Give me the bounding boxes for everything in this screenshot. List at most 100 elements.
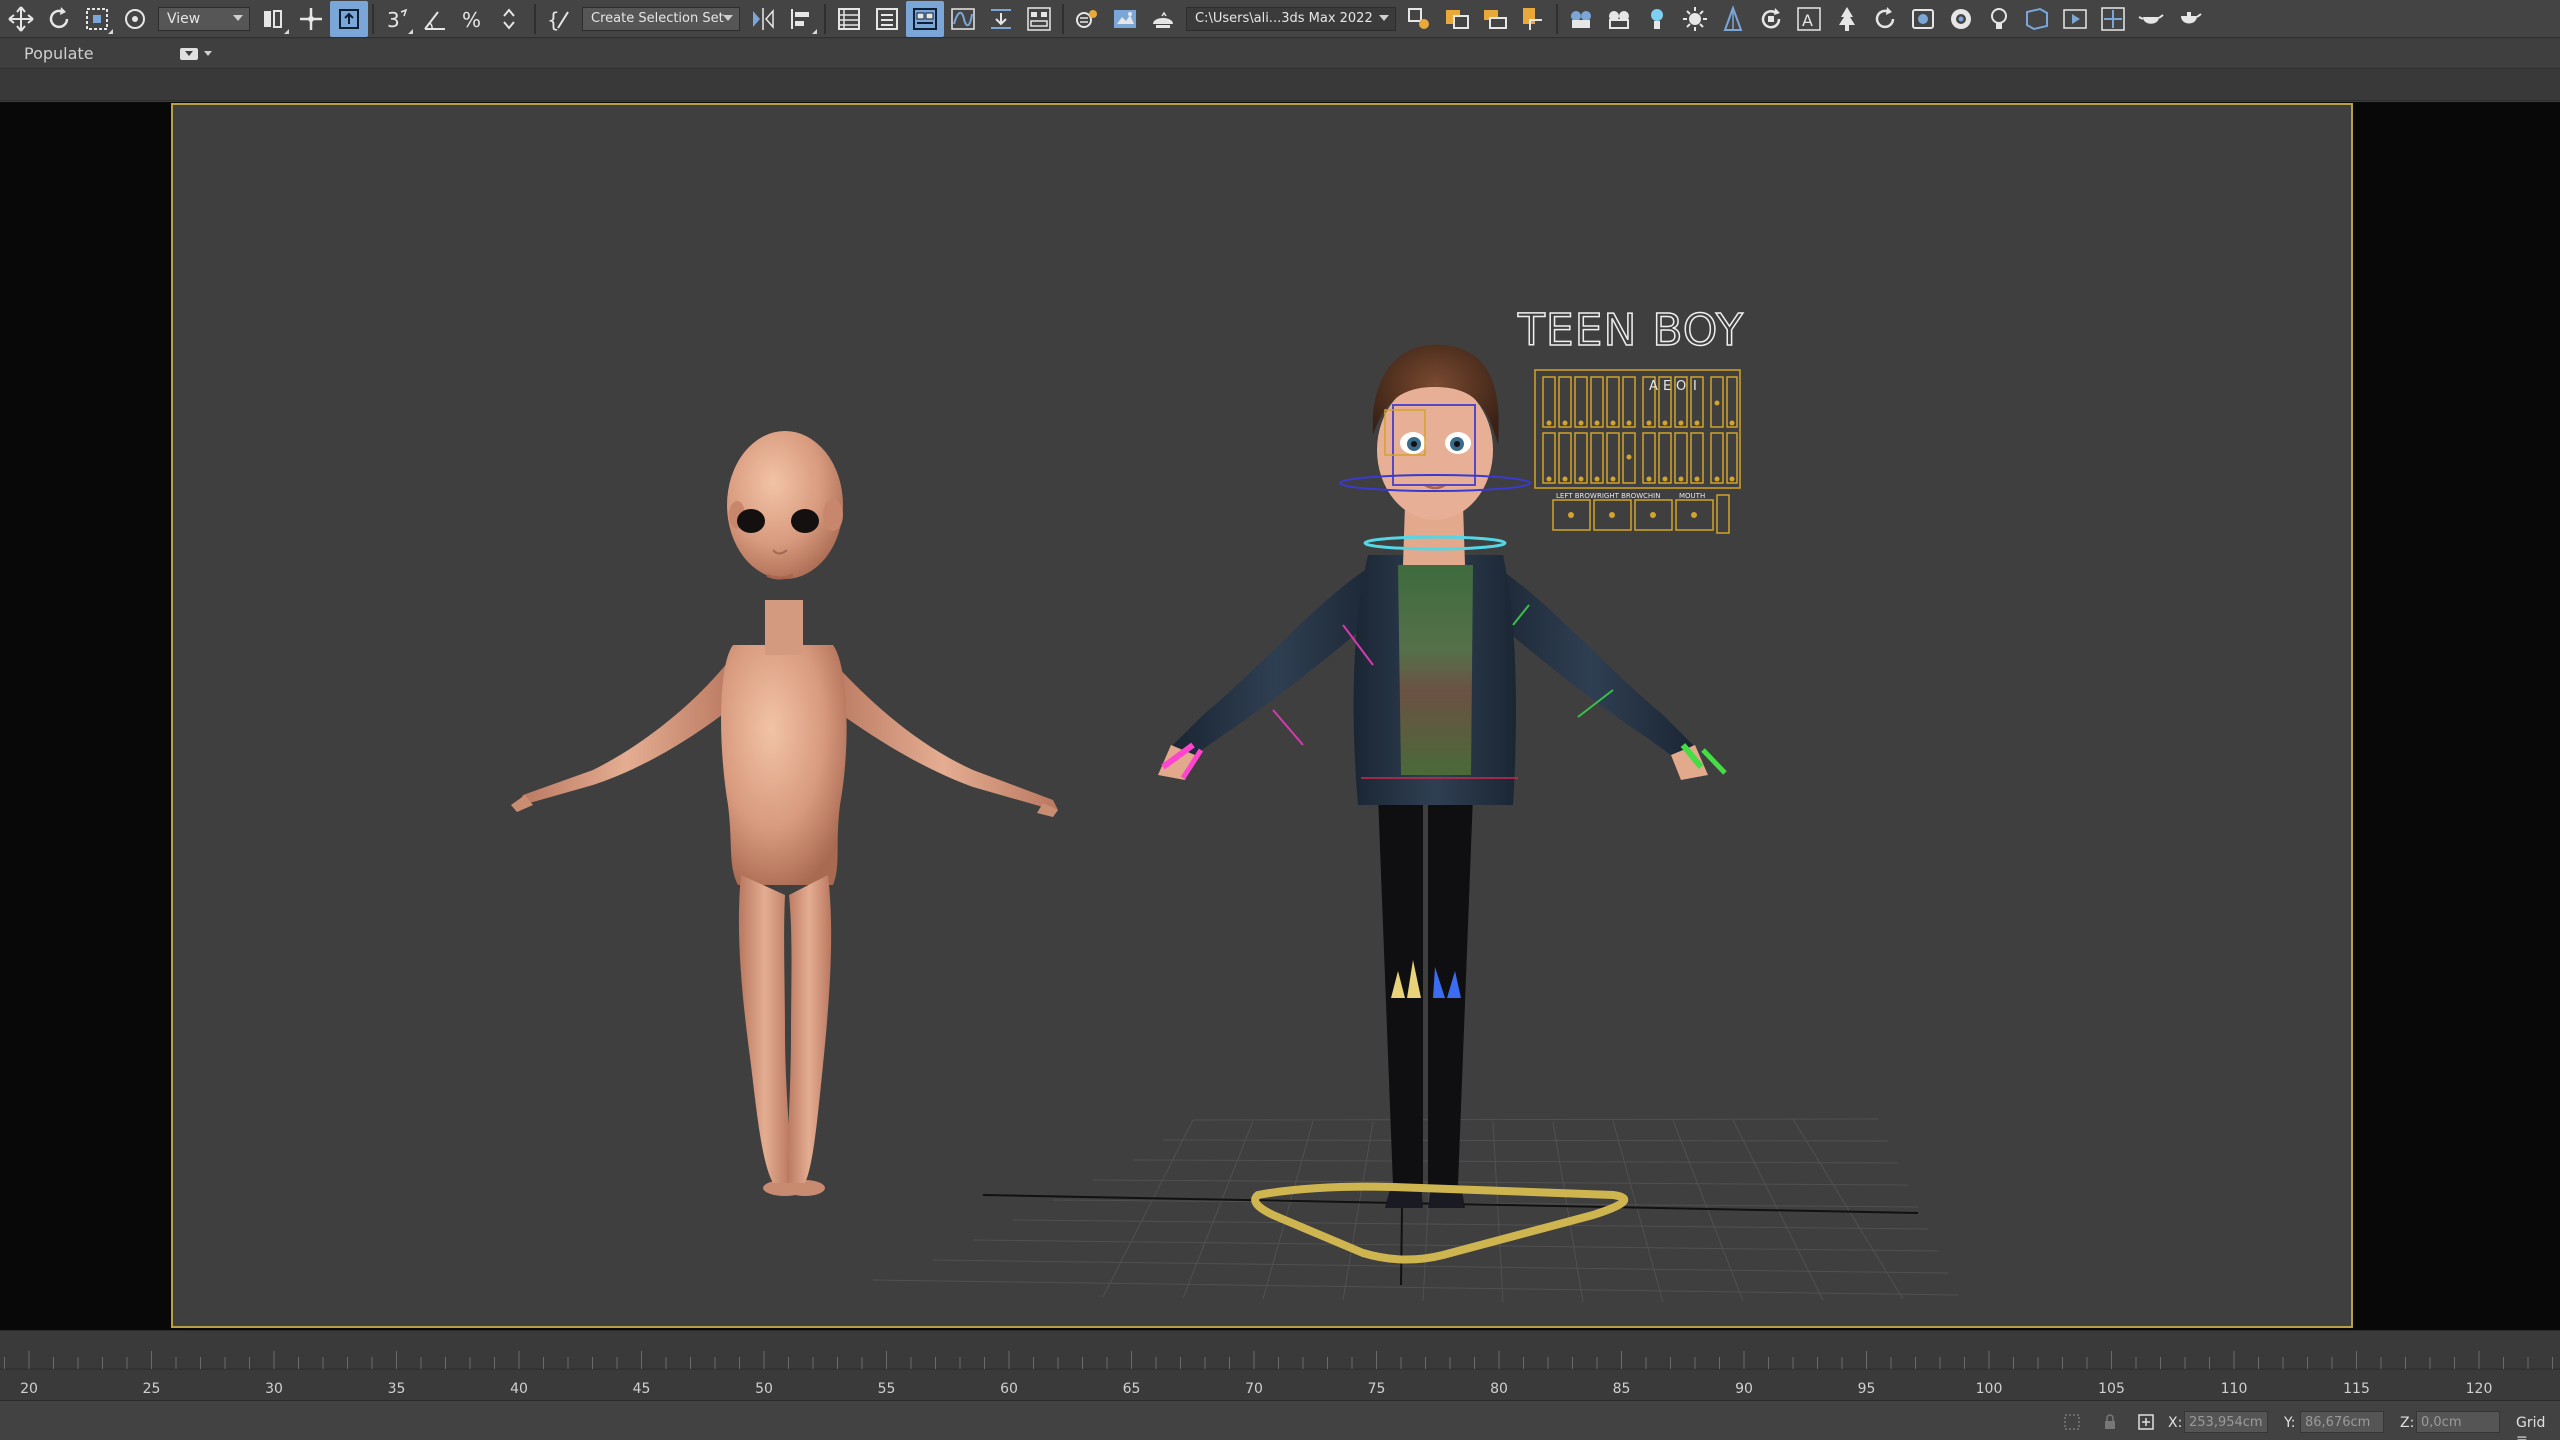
rig-label-mouth: MOUTH <box>1679 492 1705 500</box>
svg-text:3: 3 <box>387 8 400 32</box>
text-icon[interactable]: A <box>1790 1 1828 37</box>
toolbar-separator <box>372 3 374 34</box>
rig-label-a: A <box>1649 379 1658 394</box>
timeline-tick-label: 30 <box>265 1381 283 1397</box>
snap-3d-icon[interactable]: 3 <box>378 1 416 37</box>
toolbar-separator <box>1062 3 1064 34</box>
angle-snap-icon[interactable] <box>416 1 454 37</box>
timeline-tick-label: 25 <box>143 1381 161 1397</box>
curve-editor-icon[interactable] <box>944 1 982 37</box>
mirror-icon[interactable] <box>744 1 782 37</box>
chevron-down-icon <box>203 51 212 56</box>
timeline-tick-label: 55 <box>878 1381 896 1397</box>
create-system-icon[interactable] <box>1600 1 1638 37</box>
ribbon-toggle-icon <box>179 47 198 60</box>
ribbon-panel-strip <box>0 69 2560 101</box>
selection-lock-icon[interactable] <box>2062 1412 2082 1432</box>
bulb-icon[interactable] <box>1980 1 2018 37</box>
project-folder-path: C:\Users\ali...3ds Max 2022 <box>1195 11 1373 26</box>
move-gizmo-icon[interactable] <box>292 1 330 37</box>
rig-label-i: I <box>1693 379 1697 394</box>
rig-label-left-brow: LEFT BROW <box>1556 492 1597 500</box>
create-shape-icon[interactable] <box>1638 1 1676 37</box>
timeline-tick-label: 75 <box>1368 1381 1386 1397</box>
select-move-icon[interactable] <box>2 1 40 37</box>
viewport-area: TEEN BOY A E O I LEFT BROW RIGHT BROW CH… <box>0 102 2560 1330</box>
absolute-mode-icon[interactable] <box>2136 1412 2156 1432</box>
snapshot-icon[interactable] <box>1942 1 1980 37</box>
rig-label-e: E <box>1663 379 1671 394</box>
timeline-tick-label: 95 <box>1858 1381 1876 1397</box>
edit-named-selection-icon[interactable]: { <box>540 1 578 37</box>
schematic-view-icon[interactable] <box>1020 1 1058 37</box>
x-coordinate-field[interactable]: 253,954cm <box>2184 1411 2268 1433</box>
timeline-ruler[interactable]: 20 25 30 35 40 45 50 55 60 65 70 75 80 85 90 95 100 105 11… <box>0 1331 2560 1401</box>
layer-explorer-icon[interactable] <box>868 1 906 37</box>
rig-title: TEEN BOY <box>1517 305 1744 356</box>
named-selection-sets-dropdown[interactable]: Create Selection Set <box>582 6 740 31</box>
perspective-viewport[interactable]: TEEN BOY A E O I LEFT BROW RIGHT BROW CH… <box>171 103 2353 1328</box>
play-icon[interactable] <box>2056 1 2094 37</box>
chevron-down-icon <box>1379 14 1389 21</box>
svg-text:{: { <box>547 8 560 32</box>
rig-label-chin: CHIN <box>1643 492 1660 500</box>
reference-coordinate-value: View <box>167 10 201 27</box>
create-camera-icon[interactable] <box>1438 1 1476 37</box>
maximize-icon[interactable] <box>2094 1 2132 37</box>
track-bar[interactable]: 20 25 30 35 40 45 50 55 60 65 70 75 80 85 90 95 100 105 11… <box>0 1330 2560 1400</box>
create-spacewarp-icon[interactable] <box>1562 1 1600 37</box>
timeline-tick-label: 115 <box>2343 1381 2370 1397</box>
timeline-tick-label: 105 <box>2098 1381 2125 1397</box>
select-and-manipulate-icon[interactable] <box>330 0 368 37</box>
chevron-down-icon <box>723 14 733 21</box>
timeline-tick-label: 45 <box>633 1381 651 1397</box>
rotate-icon[interactable] <box>40 1 78 37</box>
create-helper-icon[interactable] <box>1476 1 1514 37</box>
modify-icon[interactable] <box>1752 1 1790 37</box>
render-setup-icon[interactable] <box>1106 1 1144 37</box>
x-coordinate-label: X: <box>2168 1415 2183 1431</box>
foliage-icon[interactable] <box>1714 1 1752 37</box>
project-folder-dropdown[interactable]: C:\Users\ali...3ds Max 2022 <box>1186 6 1396 31</box>
material-editor-icon[interactable] <box>1068 1 1106 37</box>
select-and-link-icon[interactable] <box>254 1 292 37</box>
teapot-render-icon[interactable] <box>2132 1 2170 37</box>
scale-region-icon[interactable] <box>78 1 116 37</box>
timeline-tick-label: 65 <box>1123 1381 1141 1397</box>
timeline-tick-label: 120 <box>2466 1381 2493 1397</box>
ribbon-minimize-toggle[interactable] <box>179 47 212 60</box>
scene-canvas[interactable]: TEEN BOY A E O I LEFT BROW RIGHT BROW CH… <box>173 105 2355 1330</box>
timeline-tick-label: 100 <box>1976 1381 2003 1397</box>
dope-sheet-icon[interactable] <box>982 1 1020 37</box>
ribbon-bar: Populate <box>0 39 2560 69</box>
tab-populate[interactable]: Populate <box>24 44 94 63</box>
teapot-icon[interactable] <box>2170 1 2208 37</box>
rotate-view-icon[interactable] <box>1866 1 1904 37</box>
timeline-tick-label: 85 <box>1613 1381 1631 1397</box>
y-coordinate-label: Y: <box>2284 1415 2296 1431</box>
svg-text:%: % <box>462 8 481 32</box>
timeline-tick-label: 40 <box>510 1381 528 1397</box>
z-coordinate-field[interactable]: 0,0cm <box>2416 1411 2500 1433</box>
create-light-icon[interactable] <box>1400 1 1438 37</box>
tree-icon[interactable] <box>1828 1 1866 37</box>
spinner-snap-icon[interactable] <box>492 1 530 37</box>
create-tree-icon[interactable] <box>1676 1 1714 37</box>
viewport-icon[interactable] <box>2018 1 2056 37</box>
timeline-tick-label: 110 <box>2221 1381 2248 1397</box>
ribbon-toggle-icon[interactable] <box>906 0 944 37</box>
y-coordinate-field[interactable]: 86,676cm <box>2300 1411 2384 1433</box>
select-object-icon[interactable] <box>116 1 154 37</box>
z-coordinate-label: Z: <box>2400 1415 2415 1431</box>
align-icon[interactable] <box>782 1 820 37</box>
create-geometry-icon[interactable] <box>1514 1 1552 37</box>
render-frame-icon[interactable] <box>1144 1 1182 37</box>
svg-text:A: A <box>1802 11 1813 30</box>
reference-coordinate-dropdown[interactable]: View <box>158 6 250 31</box>
scene-explorer-icon[interactable] <box>830 1 868 37</box>
main-toolbar: View 3 % { Create Selection Set C:\Users… <box>0 0 2560 38</box>
grid-spacing-label: Grid = <box>2516 1415 2546 1440</box>
percent-snap-icon[interactable]: % <box>454 1 492 37</box>
lock-icon[interactable] <box>2100 1412 2120 1432</box>
render-icon[interactable] <box>1904 1 1942 37</box>
